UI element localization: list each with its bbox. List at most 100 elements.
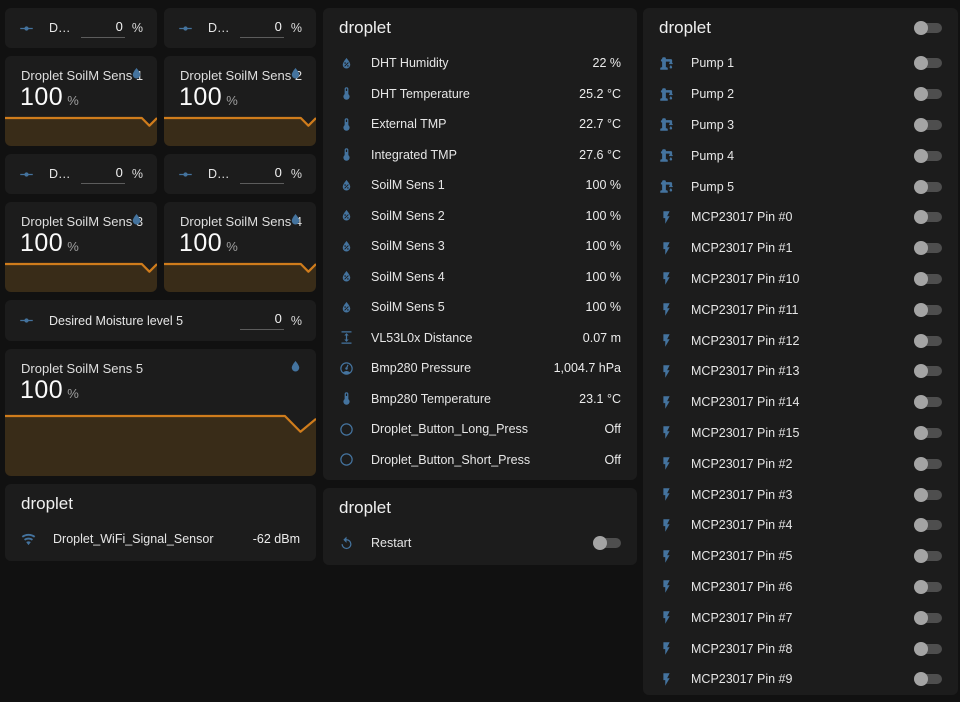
entity-row[interactable]: Integrated TMP 27.6 °C bbox=[323, 140, 637, 171]
sensor-card-soilm-3[interactable]: Droplet SoilM Sens 3 100% bbox=[5, 202, 157, 292]
toggle-switch[interactable] bbox=[914, 363, 942, 379]
entity-row[interactable]: Droplet_Button_Long_Press Off bbox=[323, 414, 637, 445]
middle-column: droplet DHT Humidity 22 % DHT Temperatur… bbox=[323, 8, 637, 565]
toggle-switch[interactable] bbox=[914, 394, 942, 410]
flash-icon bbox=[659, 641, 674, 656]
entity-row[interactable]: Droplet_WiFi_Signal_Sensor -62 dBm bbox=[5, 524, 316, 555]
input-value-field[interactable]: 0 bbox=[240, 165, 284, 184]
flash-icon bbox=[659, 549, 674, 564]
toggle-switch[interactable] bbox=[914, 641, 942, 657]
toggle-switch[interactable] bbox=[914, 117, 942, 133]
entity-row[interactable]: SoilM Sens 4 100 % bbox=[323, 262, 637, 293]
switch-row[interactable]: MCP23017 Pin #15 bbox=[643, 418, 958, 449]
toggle-switch[interactable] bbox=[914, 610, 942, 626]
input-value-field[interactable]: 0 bbox=[240, 311, 284, 330]
water-icon bbox=[129, 66, 144, 81]
switch-row[interactable]: Pump 5 bbox=[643, 171, 958, 202]
entity-row[interactable]: VL53L0x Distance 0.07 m bbox=[323, 323, 637, 354]
toggle-thumb bbox=[914, 611, 928, 625]
entity-name: Droplet_WiFi_Signal_Sensor bbox=[53, 532, 245, 546]
flash-icon bbox=[659, 302, 674, 317]
arrow-expand-vertical-icon bbox=[339, 330, 354, 345]
switch-row[interactable]: MCP23017 Pin #9 bbox=[643, 664, 958, 695]
toggle-switch[interactable] bbox=[914, 86, 942, 102]
switch-row[interactable]: MCP23017 Pin #12 bbox=[643, 325, 958, 356]
toggle-switch[interactable] bbox=[914, 179, 942, 195]
switch-row[interactable]: MCP23017 Pin #10 bbox=[643, 264, 958, 295]
entity-row[interactable]: Bmp280 Pressure 1,004.7 hPa bbox=[323, 353, 637, 384]
toggle-thumb bbox=[914, 334, 928, 348]
sensor-title: Droplet SoilM Sens 2 bbox=[180, 68, 302, 83]
toggle-switch[interactable] bbox=[914, 148, 942, 164]
card-title: droplet bbox=[323, 8, 637, 48]
switch-row[interactable]: MCP23017 Pin #5 bbox=[643, 541, 958, 572]
toggle-switch[interactable] bbox=[914, 456, 942, 472]
switch-row[interactable]: Pump 4 bbox=[643, 140, 958, 171]
thermometer-icon bbox=[339, 391, 354, 406]
sensor-value: 100% bbox=[20, 83, 79, 112]
entity-row[interactable]: DHT Humidity 22 % bbox=[323, 48, 637, 79]
sensor-card-soilm-1[interactable]: Droplet SoilM Sens 1 100% bbox=[5, 56, 157, 146]
switch-row[interactable]: Pump 3 bbox=[643, 110, 958, 141]
toggle-switch[interactable] bbox=[914, 271, 942, 287]
entity-row[interactable]: External TMP 22.7 °C bbox=[323, 109, 637, 140]
input-value-field[interactable]: 0 bbox=[81, 19, 125, 38]
switch-row[interactable]: MCP23017 Pin #3 bbox=[643, 479, 958, 510]
toggle-switch[interactable] bbox=[914, 671, 942, 687]
toggle-switch[interactable] bbox=[914, 55, 942, 71]
toggle-switch[interactable] bbox=[914, 487, 942, 503]
switch-row[interactable]: MCP23017 Pin #6 bbox=[643, 572, 958, 603]
switch-row[interactable]: MCP23017 Pin #14 bbox=[643, 387, 958, 418]
water-percent-icon bbox=[339, 269, 354, 284]
toggle-switch[interactable] bbox=[914, 548, 942, 564]
switch-row[interactable]: MCP23017 Pin #8 bbox=[643, 633, 958, 664]
toggle-all-switch[interactable] bbox=[914, 20, 942, 36]
toggle-switch[interactable] bbox=[914, 517, 942, 533]
input-desired-moisture-4[interactable]: Desired … 0 % bbox=[164, 154, 316, 194]
input-desired-moisture-2[interactable]: Desired … 0 % bbox=[164, 8, 316, 48]
entity-row[interactable]: Droplet_Button_Short_Press Off bbox=[323, 445, 637, 476]
switch-row[interactable]: Pump 2 bbox=[643, 79, 958, 110]
toggle-thumb bbox=[914, 426, 928, 440]
toggle-switch[interactable] bbox=[914, 333, 942, 349]
entity-name: MCP23017 Pin #14 bbox=[691, 395, 906, 409]
circle-outline-icon bbox=[339, 452, 354, 467]
entity-name: Droplet_Button_Long_Press bbox=[371, 422, 597, 436]
entity-row[interactable]: Restart bbox=[323, 528, 637, 559]
entity-row[interactable]: SoilM Sens 1 100 % bbox=[323, 170, 637, 201]
switch-row[interactable]: MCP23017 Pin #4 bbox=[643, 510, 958, 541]
entity-value: 27.6 °C bbox=[579, 148, 621, 162]
switch-rows: Pump 1 Pump 2 Pump 3 Pump 4 bbox=[643, 48, 958, 695]
input-value-field[interactable]: 0 bbox=[240, 19, 284, 38]
toggle-switch[interactable] bbox=[914, 302, 942, 318]
toggle-switch[interactable] bbox=[914, 240, 942, 256]
toggle-switch[interactable] bbox=[914, 209, 942, 225]
switch-row[interactable]: MCP23017 Pin #0 bbox=[643, 202, 958, 233]
entity-row[interactable]: SoilM Sens 5 100 % bbox=[323, 292, 637, 323]
toggle-switch[interactable] bbox=[914, 425, 942, 441]
entity-name: Restart bbox=[371, 536, 585, 550]
switch-row[interactable]: MCP23017 Pin #7 bbox=[643, 602, 958, 633]
input-desired-moisture-1[interactable]: Desired … 0 % bbox=[5, 8, 157, 48]
entity-row[interactable]: SoilM Sens 3 100 % bbox=[323, 231, 637, 262]
switch-row[interactable]: Pump 1 bbox=[643, 48, 958, 79]
switch-row[interactable]: MCP23017 Pin #13 bbox=[643, 356, 958, 387]
sensor-card-soilm-2[interactable]: Droplet SoilM Sens 2 100% bbox=[164, 56, 316, 146]
entity-value: 100 % bbox=[586, 178, 621, 192]
sensor-card-soilm-5[interactable]: Droplet SoilM Sens 5 100% bbox=[5, 349, 316, 476]
switch-row[interactable]: MCP23017 Pin #11 bbox=[643, 294, 958, 325]
switch-row[interactable]: MCP23017 Pin #1 bbox=[643, 233, 958, 264]
entity-name: MCP23017 Pin #5 bbox=[691, 549, 906, 563]
input-desired-moisture-3[interactable]: Desired … 0 % bbox=[5, 154, 157, 194]
sensor-row-1-2: Droplet SoilM Sens 1 100% Droplet SoilM … bbox=[5, 56, 316, 146]
switch-row[interactable]: MCP23017 Pin #2 bbox=[643, 448, 958, 479]
entity-row[interactable]: SoilM Sens 2 100 % bbox=[323, 201, 637, 232]
entity-row[interactable]: DHT Temperature 25.2 °C bbox=[323, 79, 637, 110]
toggle-switch[interactable] bbox=[914, 579, 942, 595]
entity-row[interactable]: Bmp280 Temperature 23.1 °C bbox=[323, 384, 637, 415]
toggle-switch[interactable] bbox=[593, 535, 621, 551]
input-value-field[interactable]: 0 bbox=[81, 165, 125, 184]
input-desired-moisture-5[interactable]: Desired Moisture level 5 0 % bbox=[5, 300, 316, 341]
entity-value: 25.2 °C bbox=[579, 87, 621, 101]
sensor-card-soilm-4[interactable]: Droplet SoilM Sens 4 100% bbox=[164, 202, 316, 292]
